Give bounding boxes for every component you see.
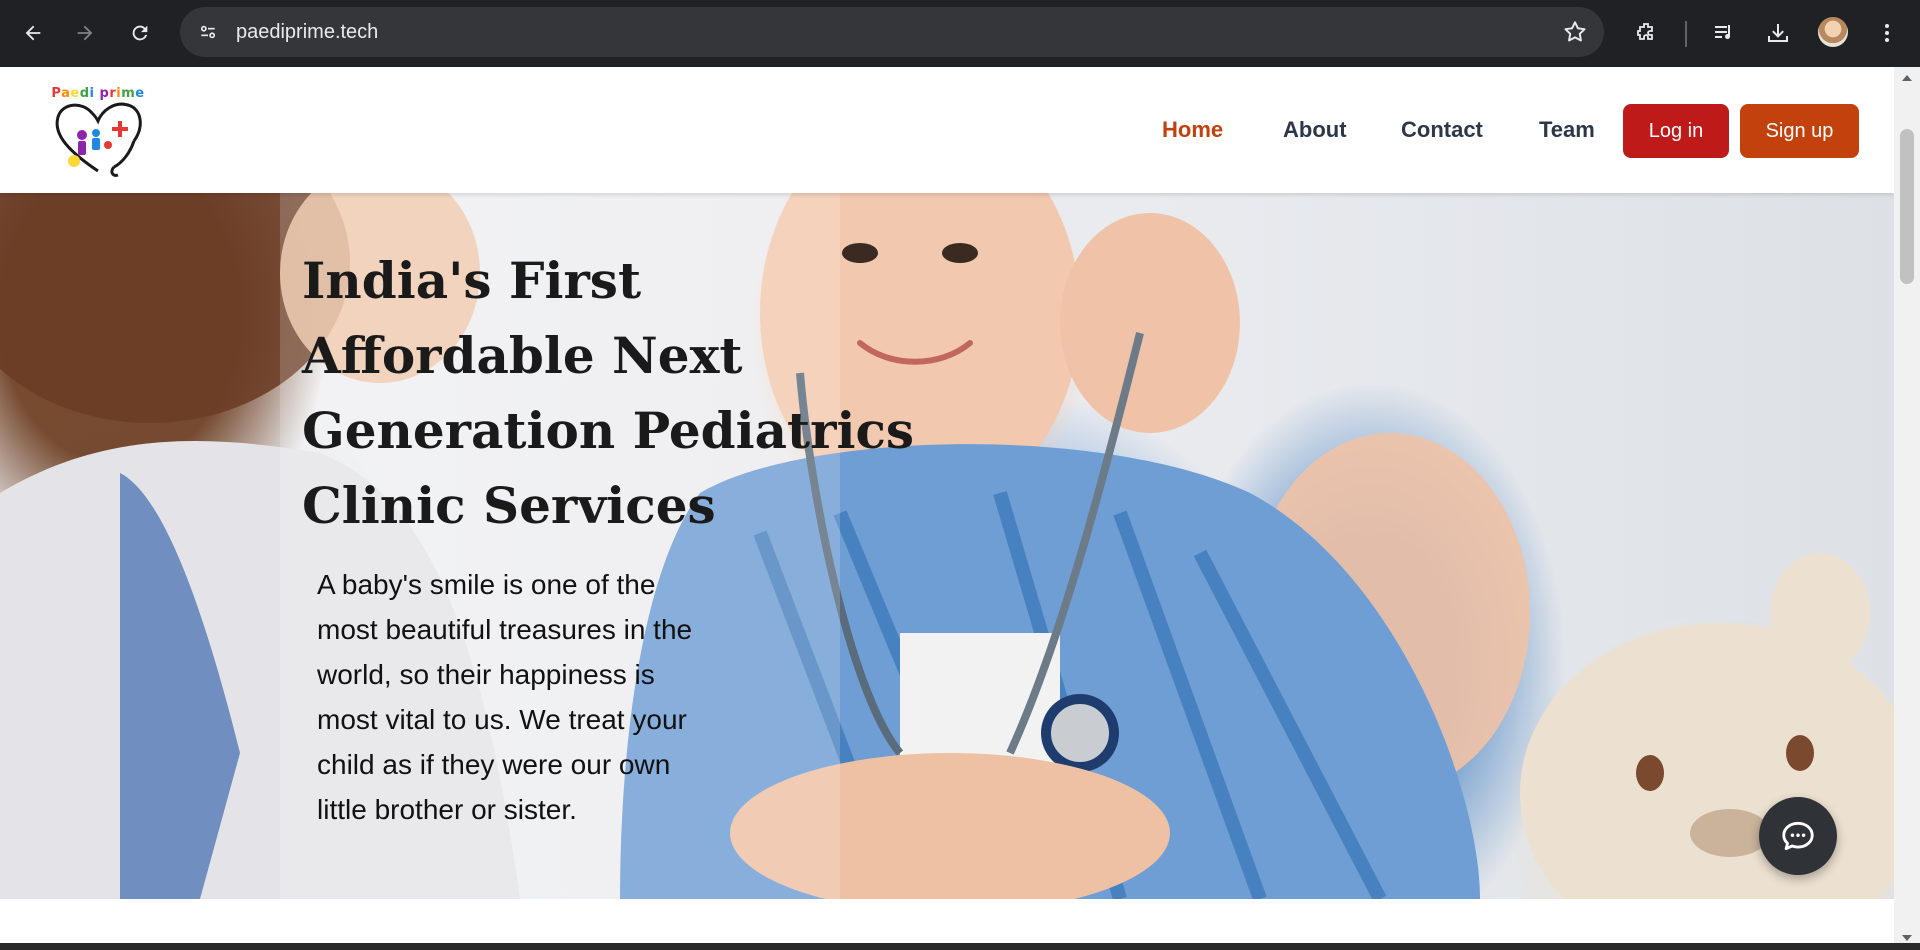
- site-logo[interactable]: Paedi prime: [51, 81, 144, 179]
- hero-title-line: Generation Pediatrics: [302, 401, 915, 460]
- profile-avatar[interactable]: [1818, 17, 1848, 47]
- signup-button[interactable]: Sign up: [1740, 104, 1859, 158]
- extensions-icon[interactable]: [1627, 14, 1665, 52]
- site-header: Paedi prime Home About Contact Team Log …: [0, 67, 1894, 193]
- web-page: Paedi prime Home About Contact Team Log …: [0, 67, 1894, 950]
- address-bar[interactable]: paediprime.tech: [180, 7, 1604, 57]
- toolbar-divider: [1685, 21, 1687, 47]
- nav-contact[interactable]: Contact: [1401, 117, 1483, 143]
- chat-bubble-icon: [1782, 821, 1814, 851]
- nav-about[interactable]: About: [1283, 117, 1347, 143]
- forward-icon[interactable]: [66, 14, 104, 52]
- chat-button[interactable]: [1759, 797, 1837, 875]
- hero-description: A baby's smile is one of the most beauti…: [317, 569, 693, 825]
- browser-toolbar: paediprime.tech: [0, 0, 1920, 67]
- back-icon[interactable]: [14, 14, 52, 52]
- scroll-up-arrow-icon[interactable]: [1902, 75, 1912, 81]
- nav-home[interactable]: Home: [1162, 117, 1223, 143]
- hero-banner: India's First Affordable Next Generation…: [0, 193, 1894, 899]
- download-icon[interactable]: [1759, 14, 1797, 52]
- logo-heart-icon: [55, 102, 142, 177]
- hero-title: India's First Affordable Next Generation…: [302, 243, 915, 543]
- url-text[interactable]: paediprime.tech: [236, 21, 378, 44]
- scroll-down-arrow-icon[interactable]: [1902, 935, 1912, 941]
- scrollbar-thumb[interactable]: [1900, 129, 1914, 284]
- site-info-icon[interactable]: [192, 16, 224, 48]
- media-controls-icon[interactable]: [1705, 14, 1743, 52]
- bookmark-star-icon[interactable]: [1562, 19, 1588, 50]
- more-menu-icon[interactable]: [1868, 14, 1906, 52]
- hero-title-line: Affordable Next: [302, 326, 743, 385]
- next-section-edge: [0, 943, 1920, 950]
- nav-team[interactable]: Team: [1539, 117, 1595, 143]
- page-scrollbar[interactable]: [1894, 67, 1920, 950]
- reload-icon[interactable]: [121, 14, 159, 52]
- hero-photo: [0, 193, 1894, 899]
- hero-title-line: Clinic Services: [302, 476, 716, 535]
- login-button[interactable]: Log in: [1623, 104, 1729, 158]
- hero-title-line: India's First: [302, 251, 642, 310]
